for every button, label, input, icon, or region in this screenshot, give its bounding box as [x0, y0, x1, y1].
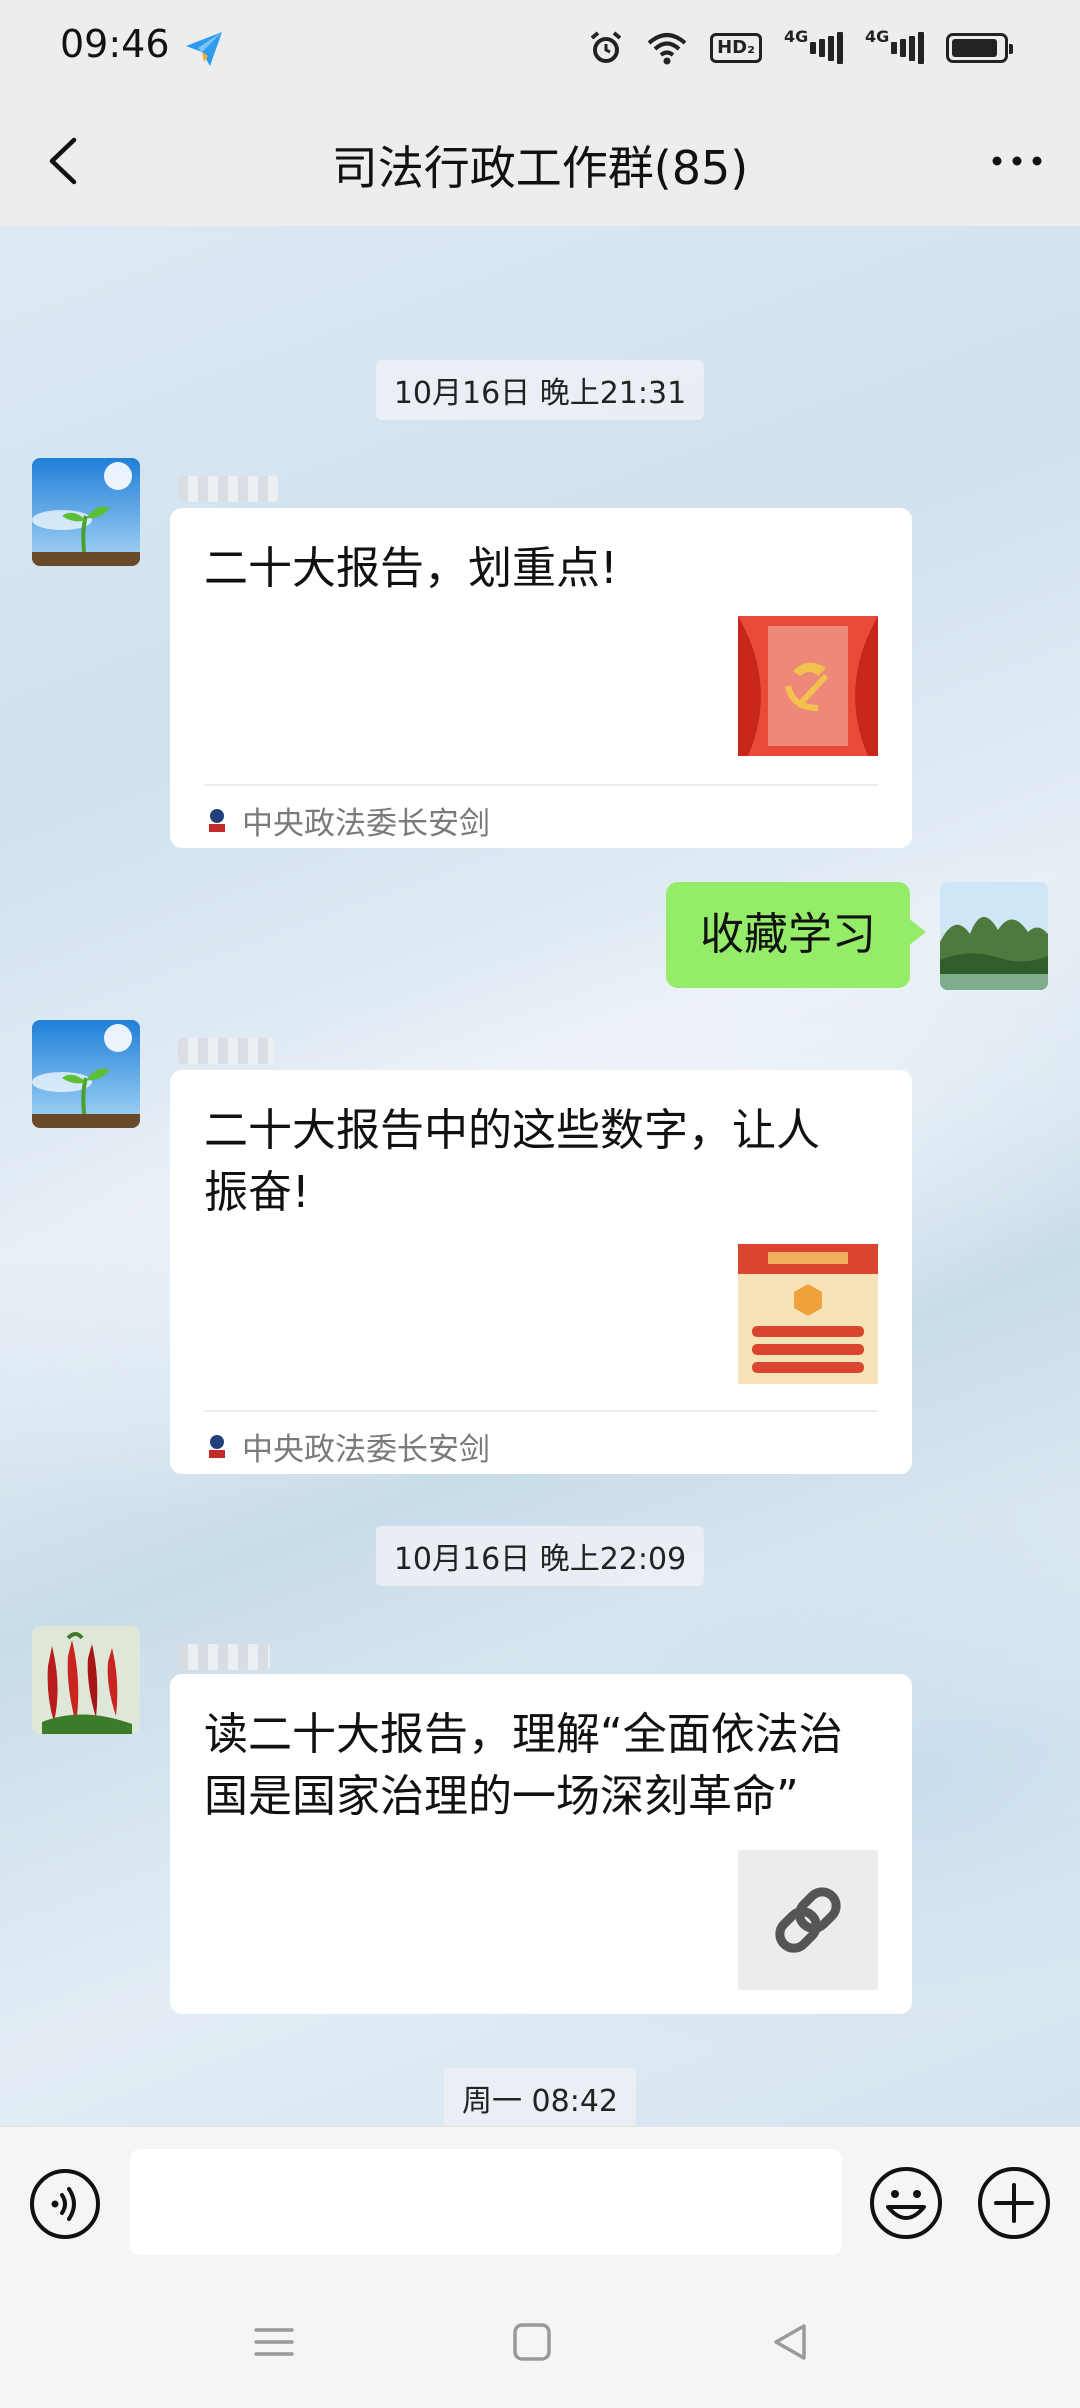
voice-icon[interactable]: [28, 2167, 102, 2241]
home-icon[interactable]: [504, 2314, 560, 2370]
link-icon: [775, 1887, 841, 1953]
card-title: 读二十大报告，理解“全面依法治国是国家治理的一场深刻革命”: [204, 1709, 843, 1822]
blurred-nickname: [178, 1038, 274, 1064]
timestamp: 10月16日 晚上21:31: [375, 360, 705, 420]
signal-icon-2: 4G: [865, 27, 924, 65]
blurred-nickname: [178, 1644, 270, 1670]
avatar[interactable]: [32, 1020, 140, 1128]
hd-badge: HD₂: [710, 33, 762, 63]
self-message-bubble[interactable]: 收藏学习: [666, 882, 926, 988]
link-card[interactable]: 二十大报告，划重点! 中央政法委长安剑: [170, 508, 912, 848]
more-icon[interactable]: [982, 126, 1052, 196]
battery-icon: [946, 33, 1013, 63]
card-thumbnail: [738, 1244, 878, 1384]
system-nav-bar: [0, 2276, 1080, 2408]
status-bar: 09:46 HD₂ 4G 4G: [0, 0, 1080, 96]
card-title: 二十大报告中的这些数字，让人振奋!: [204, 1105, 820, 1218]
menu-icon[interactable]: [246, 2314, 302, 2370]
card-thumbnail: [738, 1850, 878, 1990]
link-card[interactable]: 二十大报告中的这些数字，让人振奋! 中央政法委长安剑: [170, 1070, 912, 1474]
source-logo-icon: [209, 808, 225, 832]
status-icons: HD₂ 4G 4G: [588, 24, 1013, 72]
avatar[interactable]: [32, 458, 140, 566]
battery-level: [952, 39, 997, 57]
emoji-icon[interactable]: [868, 2165, 944, 2241]
back-nav-icon[interactable]: [762, 2314, 818, 2370]
link-card[interactable]: 读二十大报告，理解“全面依法治国是国家治理的一场深刻革命”: [170, 1674, 912, 2014]
card-source: 中央政法委长安剑: [206, 798, 490, 843]
timestamp: 周一 08:42: [444, 2068, 636, 2126]
message-input[interactable]: [130, 2149, 842, 2255]
timestamp: 10月16日 晚上22:09: [375, 1526, 705, 1586]
alarm-icon: [588, 30, 624, 66]
card-title: 二十大报告，划重点!: [204, 543, 618, 594]
source-logo-icon: [209, 1434, 225, 1458]
send-app-icon: [186, 32, 222, 66]
wifi-icon: [646, 31, 688, 65]
blurred-nickname: [178, 476, 278, 502]
page-title: 司法行政工作群(85): [331, 141, 749, 195]
self-avatar[interactable]: [940, 882, 1048, 990]
avatar[interactable]: [32, 1626, 140, 1734]
card-source: 中央政法委长安剑: [206, 1424, 490, 1469]
status-time: 09:46: [60, 22, 170, 66]
chat-header: 司法行政工作群(85): [0, 96, 1080, 226]
chat-area[interactable]: 10月16日 晚上21:31 二十大报告，划重点! 中央政法委长安剑 收藏学习 …: [0, 226, 1080, 2126]
signal-icon: 4G: [784, 27, 843, 65]
card-thumbnail: [738, 616, 878, 756]
plus-icon[interactable]: [976, 2165, 1052, 2241]
input-bar: [0, 2126, 1080, 2276]
